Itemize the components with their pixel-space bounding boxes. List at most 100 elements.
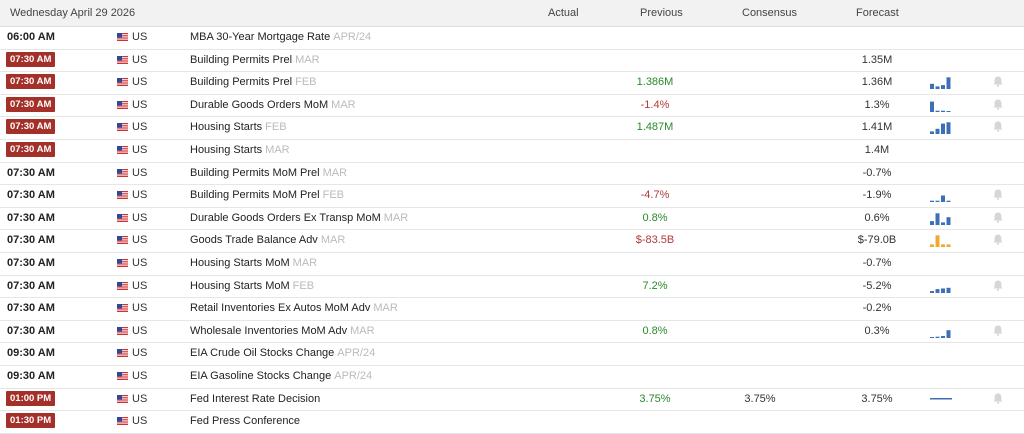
forecast-value: 1.36M xyxy=(861,76,893,89)
event-name-link[interactable]: Building Permits Prel MAR xyxy=(190,54,320,66)
table-row[interactable]: 07:30 AM US Building Permits Prel MAR 1.35M xyxy=(0,50,1024,73)
event-name: Housing Starts xyxy=(190,121,263,134)
actual-column-header[interactable]: Actual xyxy=(548,7,579,19)
event-name-link[interactable]: Housing Starts MAR xyxy=(190,144,290,156)
mini-chart-bar xyxy=(935,110,940,112)
event-name-link[interactable]: Durable Goods Orders MoM MAR xyxy=(190,99,356,111)
event-name-link[interactable]: Durable Goods Orders Ex Transp MoM MAR xyxy=(190,212,408,224)
event-name-link[interactable]: Housing Starts FEB xyxy=(190,121,287,133)
table-row[interactable]: 07:30 AM US Housing Starts FEB 1.487M 1.41M xyxy=(0,117,1024,140)
reference-period: FEB xyxy=(292,279,315,292)
mini-chart-icon[interactable] xyxy=(930,233,952,248)
mini-chart-bar xyxy=(930,290,934,293)
event-name: Building Permits Prel xyxy=(190,53,293,66)
mini-chart-bar xyxy=(930,244,934,248)
event-time: 06:00 AM xyxy=(7,31,55,43)
forecast-value: -0.7% xyxy=(862,256,892,269)
event-name-link[interactable]: Goods Trade Balance Adv MAR xyxy=(190,234,345,246)
event-name-link[interactable]: EIA Crude Oil Stocks Change APR/24 xyxy=(190,347,375,359)
country-code: US xyxy=(132,324,148,337)
event-name-link[interactable]: Building Permits MoM Prel FEB xyxy=(190,189,344,201)
mini-chart-icon[interactable] xyxy=(930,211,952,225)
table-row[interactable]: 07:30 AM US Durable Goods Orders MoM MAR -1.… xyxy=(0,95,1024,118)
table-row[interactable]: 07:30 AM US Building Permits MoM Prel FEB -4… xyxy=(0,185,1024,208)
country-code: US xyxy=(132,369,148,382)
event-name-link[interactable]: Fed Interest Rate Decision xyxy=(190,393,320,405)
event-time: 07:30 AM xyxy=(6,96,56,112)
mini-chart-bar xyxy=(941,335,945,338)
reference-period: MAR xyxy=(331,98,356,111)
table-row[interactable]: 09:30 AM US EIA Gasoline Stocks Change APR/… xyxy=(0,366,1024,389)
table-row[interactable]: 06:00 AM US MBA 30-Year Mortgage Rate APR/2… xyxy=(0,27,1024,50)
consensus-column-header[interactable]: Consensus xyxy=(742,7,797,19)
bell-icon[interactable] xyxy=(993,234,1003,246)
event-name: Housing Starts xyxy=(190,143,263,156)
previous-value: $-83.5B xyxy=(635,234,675,247)
mini-chart-icon[interactable] xyxy=(930,98,952,112)
event-name-link[interactable]: Retail Inventories Ex Autos MoM Adv MAR xyxy=(190,302,398,314)
mini-chart-icon[interactable] xyxy=(930,75,952,90)
event-time: 07:30 AM xyxy=(7,256,55,269)
table-row[interactable]: 07:30 AM US Housing Starts MoM FEB 7.2% -5.2% xyxy=(0,276,1024,299)
mini-chart-bar xyxy=(946,110,951,112)
mini-chart-icon[interactable] xyxy=(930,120,952,135)
mini-chart-bar xyxy=(946,287,951,293)
consensus-value: 3.75% xyxy=(744,392,776,405)
country-code: US xyxy=(132,31,148,43)
event-name-link[interactable]: MBA 30-Year Mortgage Rate APR/24 xyxy=(190,31,371,43)
previous-column-header[interactable]: Previous xyxy=(640,7,683,19)
bell-icon[interactable] xyxy=(993,121,1003,133)
table-row[interactable]: 09:30 AM US EIA Crude Oil Stocks Change APR… xyxy=(0,343,1024,366)
forecast-column-header[interactable]: Forecast xyxy=(856,7,899,19)
event-time: 07:30 AM xyxy=(7,189,55,202)
bell-icon[interactable] xyxy=(993,393,1003,404)
event-name: MBA 30-Year Mortgage Rate xyxy=(190,31,331,43)
table-row[interactable]: 01:30 PM US Fed Press Conference xyxy=(0,411,1024,434)
mini-chart-bar xyxy=(930,336,934,338)
event-time: 07:30 AM xyxy=(7,234,55,247)
table-row[interactable]: 07:30 AM US Durable Goods Orders Ex Transp… xyxy=(0,208,1024,231)
mini-chart-icon[interactable] xyxy=(930,392,952,406)
bell-icon[interactable] xyxy=(993,325,1003,336)
event-time: 07:30 AM xyxy=(7,302,55,315)
table-row[interactable]: 07:30 AM US Housing Starts MoM MAR -0.7% xyxy=(0,253,1024,276)
us-flag-icon xyxy=(117,394,128,403)
event-name-link[interactable]: Housing Starts MoM FEB xyxy=(190,280,314,292)
event-name-link[interactable]: EIA Gasoline Stocks Change APR/24 xyxy=(190,370,372,382)
event-name-link[interactable]: Wholesale Inventories MoM Adv MAR xyxy=(190,325,375,337)
event-name-link[interactable]: Building Permits Prel FEB xyxy=(190,76,317,88)
event-time: 07:30 AM xyxy=(6,119,56,135)
reference-period: MAR xyxy=(322,166,348,179)
table-row[interactable]: 07:30 AM US Building Permits MoM Prel MAR -0… xyxy=(0,163,1024,186)
country-code: US xyxy=(132,256,148,269)
forecast-value: 1.35M xyxy=(861,53,893,66)
bell-icon[interactable] xyxy=(993,212,1003,223)
event-name: Building Permits Prel xyxy=(190,76,293,89)
forecast-value: -0.2% xyxy=(862,302,892,315)
mini-chart-icon[interactable] xyxy=(930,188,952,203)
mini-chart-bar xyxy=(941,123,945,135)
mini-chart-bar xyxy=(935,336,940,338)
mini-chart-icon[interactable] xyxy=(930,324,952,338)
us-flag-icon xyxy=(117,55,128,64)
bell-icon[interactable] xyxy=(993,189,1003,200)
event-name: Durable Goods Orders MoM xyxy=(190,98,329,111)
bell-icon[interactable] xyxy=(993,76,1003,87)
table-row[interactable]: 01:00 PM US Fed Interest Rate Decision 3.75… xyxy=(0,389,1024,412)
mini-chart-icon[interactable] xyxy=(930,279,952,293)
table-row[interactable]: 07:30 AM US Retail Inventories Ex Autos Mo… xyxy=(0,298,1024,321)
forecast-value: 1.41M xyxy=(861,121,893,134)
event-name-link[interactable]: Building Permits MoM Prel MAR xyxy=(190,167,347,179)
table-row[interactable]: 07:30 AM US Building Permits Prel FEB 1.386M… xyxy=(0,72,1024,95)
country-code: US xyxy=(132,166,148,179)
reference-period: MAR xyxy=(383,211,409,224)
table-row[interactable]: 07:30 AM US Wholesale Inventories MoM Adv M… xyxy=(0,321,1024,344)
bell-icon[interactable] xyxy=(993,280,1003,291)
bell-icon[interactable] xyxy=(993,99,1003,110)
table-row[interactable]: 07:30 AM US Housing Starts MAR 1.4M xyxy=(0,140,1024,163)
table-row[interactable]: 07:30 AM US Goods Trade Balance Adv MAR $-83… xyxy=(0,230,1024,253)
event-name-link[interactable]: Housing Starts MoM MAR xyxy=(190,257,317,269)
mini-chart-line xyxy=(930,397,952,399)
mini-chart-bar xyxy=(935,200,940,203)
event-name-link[interactable]: Fed Press Conference xyxy=(190,415,300,427)
